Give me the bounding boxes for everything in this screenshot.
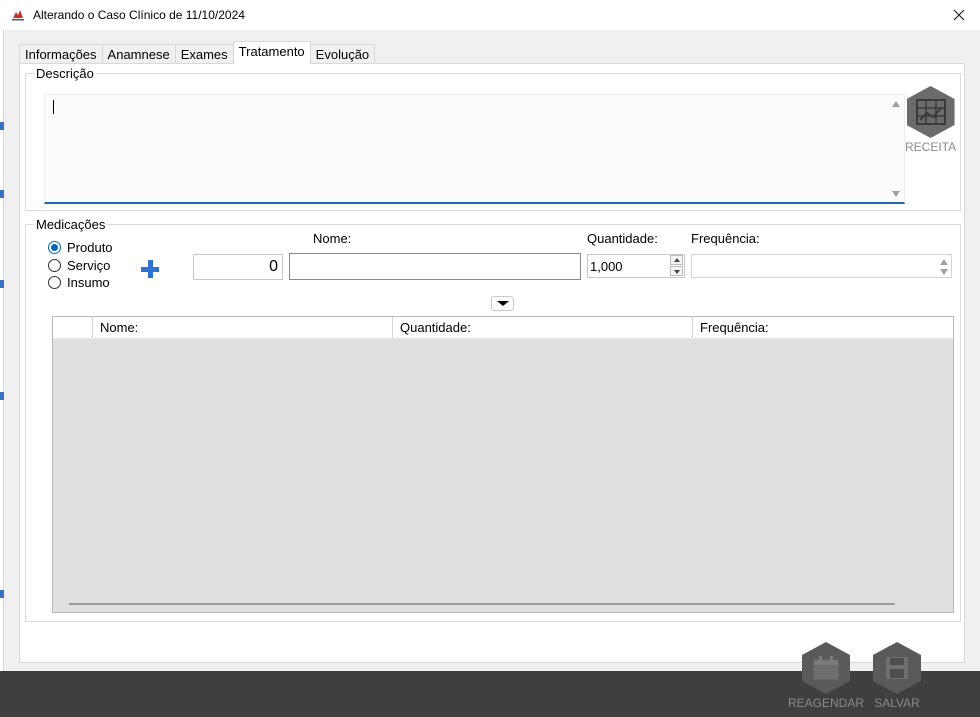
salvar-label: SALVAR xyxy=(874,696,920,710)
tab-evolucao[interactable]: Evolução xyxy=(309,44,376,64)
radio-insumo[interactable]: Insumo xyxy=(48,275,110,290)
frequencia-input[interactable] xyxy=(691,254,952,278)
prescription-chart-icon xyxy=(915,99,946,125)
quantidade-spin xyxy=(670,255,684,277)
nome-input[interactable] xyxy=(289,253,581,280)
frequencia-scroll-down-icon[interactable] xyxy=(940,269,948,275)
dialog-body: Informações Anamnese Exames Tratamento E… xyxy=(4,30,976,671)
receita-hex xyxy=(906,86,955,138)
descricao-scrollbar[interactable] xyxy=(888,95,904,203)
tab-tratamento[interactable]: Tratamento xyxy=(232,41,311,64)
calendar-icon xyxy=(813,656,839,680)
radio-produto-indicator[interactable] xyxy=(48,241,61,254)
pet-shop-logo-icon xyxy=(12,10,24,21)
tab-exames[interactable]: Exames xyxy=(174,44,234,64)
tab-informacoes[interactable]: Informações xyxy=(19,44,103,64)
quantidade-stepper[interactable] xyxy=(587,254,685,278)
nome-label: Nome: xyxy=(313,231,352,246)
radio-insumo-indicator[interactable] xyxy=(48,276,61,289)
row-indicator-column xyxy=(53,317,93,338)
radio-produto-label: Produto xyxy=(67,240,113,255)
column-header-frequencia[interactable]: Frequência: xyxy=(693,317,953,338)
column-header-quantidade[interactable]: Quantidade: xyxy=(393,317,693,338)
tab-strip: Informações Anamnese Exames Tratamento E… xyxy=(19,41,376,64)
reagendar-button[interactable]: REAGENDAR xyxy=(788,642,864,710)
tratamento-tab-page: Descrição RECEITA Medicações Produto Ser… xyxy=(19,63,965,663)
add-medication-button[interactable] xyxy=(140,259,160,279)
column-header-nome[interactable]: Nome: xyxy=(93,317,393,338)
medications-table[interactable]: Nome: Quantidade: Frequência: xyxy=(52,316,954,613)
radio-servico-indicator[interactable] xyxy=(48,259,61,272)
salvar-button[interactable]: SALVAR xyxy=(873,642,921,710)
radio-produto[interactable]: Produto xyxy=(48,240,113,255)
close-button[interactable] xyxy=(944,0,974,30)
table-horizontal-scrollbar[interactable] xyxy=(69,603,895,605)
radio-servico[interactable]: Serviço xyxy=(48,258,110,273)
title-bar: Alterando o Caso Clínico de 11/10/2024 xyxy=(0,0,980,30)
medicacoes-group-title: Medicações xyxy=(34,217,108,232)
spin-down-icon[interactable] xyxy=(670,266,683,276)
radio-insumo-label: Insumo xyxy=(67,275,110,290)
scroll-down-arrow-icon[interactable] xyxy=(892,191,900,197)
frequencia-label: Frequência: xyxy=(691,231,760,246)
table-header: Nome: Quantidade: Frequência: xyxy=(53,317,953,339)
radio-servico-label: Serviço xyxy=(67,258,111,273)
reagendar-hex xyxy=(802,642,850,694)
quantidade-label: Quantidade: xyxy=(587,231,658,246)
expand-dropdown-button[interactable] xyxy=(491,296,514,311)
receita-button[interactable]: RECEITA xyxy=(905,86,956,154)
window-title: Alterando o Caso Clínico de 11/10/2024 xyxy=(33,8,245,22)
frequencia-field[interactable] xyxy=(691,254,952,278)
item-code-input[interactable] xyxy=(193,254,283,280)
spin-up-icon[interactable] xyxy=(670,255,683,265)
tab-anamnese[interactable]: Anamnese xyxy=(101,44,176,64)
text-caret xyxy=(53,100,54,114)
salvar-hex xyxy=(873,642,921,694)
reagendar-label: REAGENDAR xyxy=(788,696,865,710)
close-icon xyxy=(953,9,965,21)
scroll-up-arrow-icon[interactable] xyxy=(892,101,900,107)
descricao-group-title: Descrição xyxy=(34,66,96,81)
medicacoes-group: Medicações Produto Serviço Insumo Nome: … xyxy=(25,217,961,622)
frequencia-scroll-up-icon[interactable] xyxy=(940,259,948,265)
receita-label: RECEITA xyxy=(905,140,957,154)
descricao-textarea[interactable] xyxy=(44,94,905,204)
descricao-group: Descrição RECEITA xyxy=(25,66,961,211)
floppy-disk-icon xyxy=(886,657,908,679)
